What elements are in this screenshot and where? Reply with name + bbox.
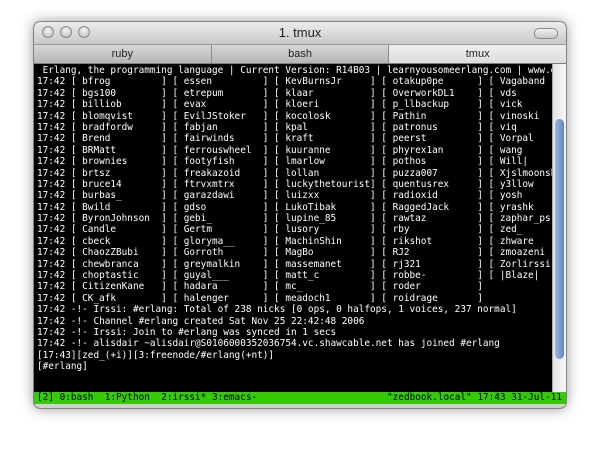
window-title: 1. tmux	[278, 25, 322, 40]
status-window-list: [2] 0:bash 1:Python 2:irssi* 3:emacs-	[37, 392, 258, 403]
terminal-line: 17:42 [ bruce14 ] [ ftrvxmtrx ] [ luckyt…	[37, 178, 552, 190]
terminal-line: 17:42 [ Brend ] [ fairwinds ] [ kraft ] …	[37, 133, 552, 145]
scrollbar-thumb[interactable]	[555, 119, 564, 359]
terminal-line: [#erlang]	[37, 361, 88, 373]
terminal-line: 17:42 [ bfrog ] [ essen ] [ KevBurnsJr ]…	[37, 76, 552, 88]
terminal-line: 17:42 [ bradfordw ] [ fabjan ] [ kpal ] …	[37, 121, 552, 133]
terminal-line: 17:42 [ burbas_ ] [ garazdawi ] [ luizxx…	[37, 190, 552, 202]
terminal-window: 1. tmux ruby bash tmux Erlang, the progr…	[34, 22, 566, 408]
tab-bar: ruby bash tmux	[34, 45, 566, 64]
toolbar-toggle-button[interactable]	[534, 28, 558, 39]
terminal-line: 17:42 [ blomqvist ] [ EvilJStoker ] [ ko…	[37, 110, 552, 122]
tab-bash[interactable]: bash	[212, 45, 390, 63]
terminal-line: 17:42 [ ByronJohnson ] [ gebi_ ] [ lupin…	[37, 213, 552, 225]
terminal-line: [17:43][zed_(+i)][3:freenode/#erlang(+nt…	[37, 349, 275, 361]
terminal-line: 17:42 -!- Irssi: Join to #erlang was syn…	[37, 326, 337, 338]
tab-tmux[interactable]: tmux	[389, 45, 566, 63]
window-bottom-edge	[34, 404, 566, 408]
terminal-line: 17:42 [ CK_afk ] [ halenger ] [ meadoch1…	[37, 292, 483, 304]
terminal-line: 17:42 [ brownies ] [ footyfish ] [ lmarl…	[37, 156, 552, 168]
terminal-line: 17:42 [ cbeck ] [ gloryma__ ] [ MachinSh…	[37, 235, 552, 247]
status-host-time: "zedbook.local" 17:43 31-Jul-11	[387, 392, 562, 403]
terminal-line: 17:42 [ billiob ] [ evax ] [ kloeri ] [ …	[37, 99, 552, 111]
title-bar[interactable]: 1. tmux	[34, 22, 566, 45]
terminal-line: 17:42 [ choptastic ] [ guyal___ ] [ matt…	[37, 270, 552, 282]
terminal-line: Erlang, the programming language | Curre…	[37, 65, 552, 76]
terminal-line: 17:42 [ bgs100 ] [ etrepum ] [ klaar ] […	[37, 87, 552, 99]
terminal-line: 17:42 [ BRMatt ] [ ferrouswheel ] [ kuur…	[37, 144, 552, 156]
terminal-line: 17:42 [ Bwild ] [ gdso ] [ LukoTibak ] […	[37, 201, 552, 213]
terminal-line: 17:42 [ brtsz ] [ freakazoid ] [ lollan …	[37, 167, 552, 179]
terminal-line: 17:42 -!- Channel #erlang created Sat No…	[37, 315, 365, 327]
terminal-line: 17:42 -!- alisdair ~alisdair@S0106000352…	[37, 338, 500, 350]
terminal-line: 17:42 [ chewbranca ] [ greymalkin ] [ ma…	[37, 258, 552, 270]
scrollbar[interactable]	[552, 64, 566, 392]
terminal-line: 17:42 [ ChaozZBubi ] [ Gorroth ] [ MagBo…	[37, 247, 552, 259]
tmux-status-bar: [2] 0:bash 1:Python 2:irssi* 3:emacs- "z…	[34, 392, 566, 404]
terminal-line: 17:42 -!- Irssi: #erlang: Total of 238 n…	[37, 304, 517, 316]
tab-ruby[interactable]: ruby	[34, 45, 212, 63]
terminal-output[interactable]: Erlang, the programming language | Curre…	[34, 64, 552, 392]
terminal-line: 17:42 [ CitizenKane ] [ hadara ] [ mc_ ]…	[37, 281, 483, 293]
terminal-line: 17:42 [ Candle ] [ Gertm ] [ lusory ] [ …	[37, 224, 552, 236]
